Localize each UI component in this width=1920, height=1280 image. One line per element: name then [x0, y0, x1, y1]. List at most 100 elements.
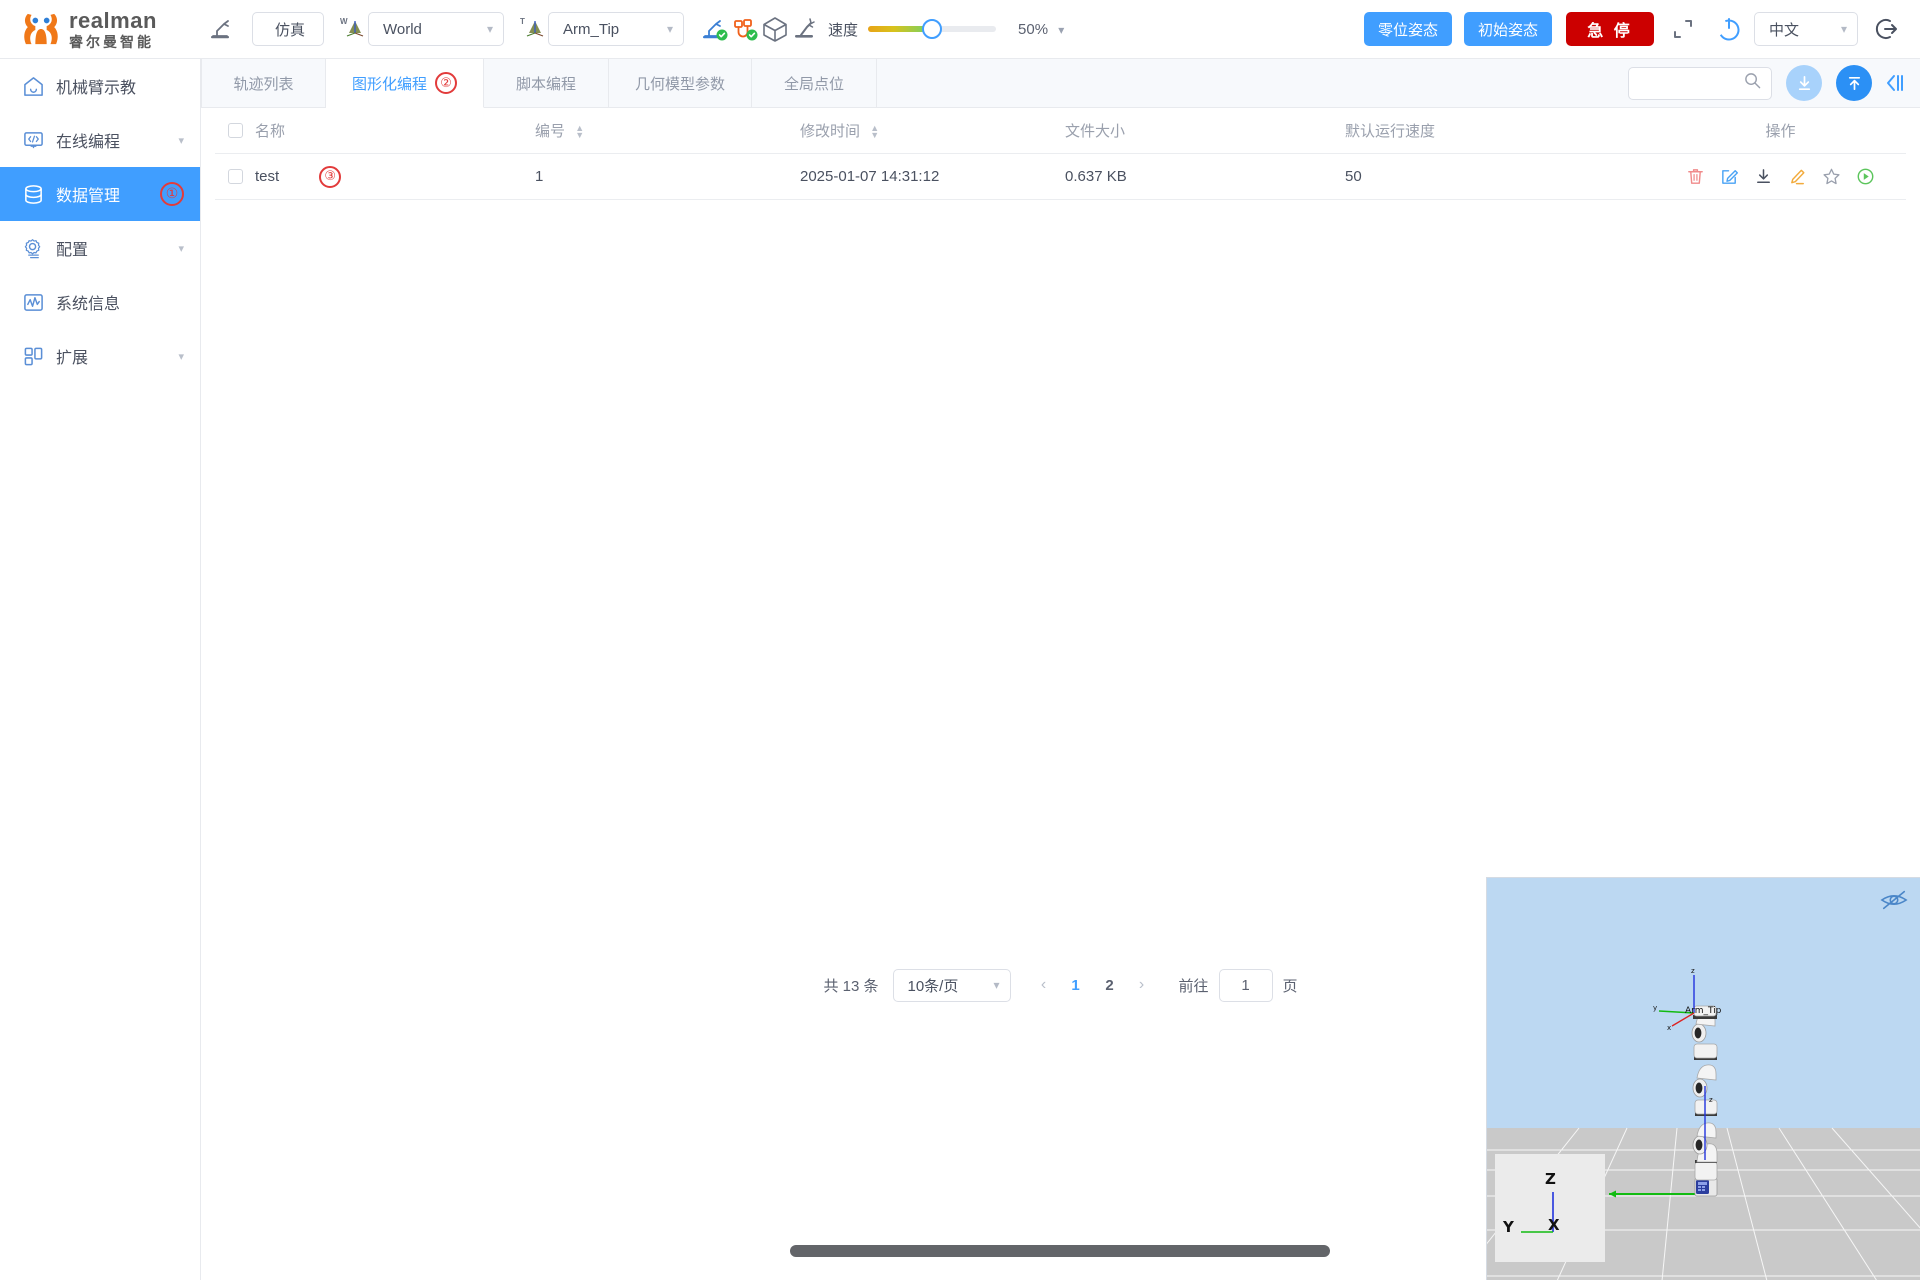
column-header-no[interactable]: 编号 ▲ ▼ [535, 120, 800, 141]
svg-text:x: x [1667, 1024, 1671, 1032]
sidebar-item-online-programming[interactable]: 在线编程 ▾ [0, 113, 200, 167]
speed-label: 速度 [828, 21, 859, 39]
cable-connected-icon[interactable] [730, 14, 760, 44]
sidebar-item-extensions[interactable]: 扩展 ▾ [0, 329, 200, 383]
goto-page-input[interactable] [1218, 968, 1273, 1002]
chevron-down-icon: ▾ [486, 22, 493, 36]
download-circle-icon[interactable] [1786, 65, 1822, 101]
chevron-down-icon: ▾ [178, 134, 184, 147]
tab-label: 轨迹列表 [233, 75, 294, 93]
app-root: realman 睿尔曼智能 仿真 W World ▾ T Arm_Tip ▾ 速… [0, 0, 1920, 1280]
tab-label: 脚本编程 [516, 75, 577, 93]
speed-slider-knob[interactable] [922, 19, 943, 39]
page-size-value: 10条/页 [907, 977, 959, 995]
brand-logo: realman 睿尔曼智能 [22, 7, 192, 49]
sort-toggle-icon[interactable]: ▲ ▼ [870, 124, 879, 140]
search-icon[interactable] [1744, 72, 1761, 94]
tab-geometry-model-params[interactable]: 几何模型参数 [609, 59, 753, 107]
collision-icon[interactable] [790, 14, 820, 44]
page-number-2[interactable]: 2 [1097, 970, 1123, 1000]
tab-script-programming[interactable]: 脚本编程 [484, 59, 610, 107]
sidebar-item-system-info[interactable]: 系统信息 [0, 275, 200, 329]
table-header-row: 名称 编号 ▲ ▼ 修改时间 ▲ ▼ 文件大小 默认运行速度 操作 [215, 108, 1906, 154]
file-name: test [255, 168, 280, 185]
zero-pose-button[interactable]: 零位姿态 [1363, 12, 1452, 46]
column-header-time[interactable]: 修改时间 ▲ ▼ [800, 120, 1065, 141]
row-checkbox[interactable] [227, 169, 243, 184]
fullscreen-icon[interactable] [1666, 12, 1700, 46]
robot-connected-icon[interactable] [700, 14, 730, 44]
axis-label-z: Z [1545, 1170, 1556, 1188]
annotation-marker-1: ① [160, 182, 184, 206]
sidebar-item-label: 在线编程 [56, 134, 121, 151]
tab-label: 全局点位 [784, 75, 845, 93]
speed-slider[interactable] [868, 19, 997, 39]
collapse-panel-icon[interactable] [1884, 72, 1906, 94]
page-number-1[interactable]: 1 [1063, 970, 1089, 1000]
simulation-mode-button[interactable]: 仿真 [252, 12, 324, 46]
tool-frame-triad: z y x [1653, 967, 1695, 1032]
speed-percent-select[interactable]: 50% ▾ [1018, 21, 1064, 38]
upload-circle-icon[interactable] [1836, 65, 1872, 101]
select-all-cell [215, 123, 255, 138]
prev-page-button[interactable]: ‹ [1029, 970, 1059, 1000]
logout-icon[interactable] [1870, 12, 1904, 46]
annotation-marker-3: ③ [319, 165, 342, 188]
delete-icon[interactable] [1685, 166, 1707, 188]
page-size-select[interactable]: 10条/页 ▾ [892, 968, 1011, 1002]
search-box[interactable] [1628, 66, 1772, 100]
download-icon[interactable] [1753, 166, 1775, 188]
rename-pencil-icon[interactable] [1787, 166, 1809, 188]
table-row[interactable]: test ③ 1 2025-01-07 14:31:12 0.637 KB 50 [215, 154, 1906, 200]
sidebar-item-config[interactable]: 配置 ▾ [0, 221, 200, 275]
column-header-speed: 默认运行速度 [1345, 120, 1655, 141]
world-frame-select[interactable]: World ▾ [368, 12, 504, 46]
eye-hidden-icon[interactable] [1880, 888, 1908, 917]
cube-icon[interactable] [760, 14, 790, 44]
sidebar-item-teach[interactable]: 机械臂示教 [0, 59, 200, 113]
column-label: 修改时间 [800, 123, 861, 140]
world-frame-icon: W [340, 14, 366, 44]
robot-3d-viewport[interactable]: z z y x Arm_Tip Z Y X [1486, 877, 1920, 1280]
language-value: 中文 [1769, 21, 1800, 39]
sidebar-item-label: 机械臂示教 [56, 80, 137, 97]
tab-global-points[interactable]: 全局点位 [752, 59, 878, 107]
sidebar-item-data-management[interactable]: 数据管理 ① [0, 167, 200, 221]
language-select[interactable]: 中文 ▾ [1754, 12, 1858, 46]
tab-bar: 轨迹列表 图形化编程 ② 脚本编程 几何模型参数 全局点位 [201, 59, 1920, 108]
brand-name-en: realman [69, 7, 157, 33]
tab-bar-actions [1628, 59, 1920, 107]
tab-trajectory-list[interactable]: 轨迹列表 [201, 59, 326, 107]
sidebar: 机械臂示教 在线编程 ▾ 数据管理 ① 配置 ▾ 系统信息 扩展 ▾ [0, 59, 201, 1280]
home-icon [22, 75, 44, 97]
init-pose-button[interactable]: 初始姿态 [1463, 12, 1552, 46]
favorite-star-icon[interactable] [1821, 166, 1843, 188]
top-toolbar: realman 睿尔曼智能 仿真 W World ▾ T Arm_Tip ▾ 速… [0, 0, 1920, 59]
axis-label-x: X [1548, 1216, 1560, 1234]
search-input[interactable] [1639, 74, 1744, 92]
goto-label: 前往 [1178, 977, 1209, 995]
horizontal-scrollbar[interactable] [790, 1245, 1330, 1257]
robot-arm-icon[interactable] [206, 14, 236, 44]
goto-suffix-label: 页 [1282, 977, 1298, 995]
waveform-icon [22, 291, 44, 313]
column-label: 默认运行速度 [1345, 123, 1436, 140]
world-frame-value: World [383, 20, 422, 38]
chevron-down-icon: ▾ [666, 22, 673, 36]
column-label: 编号 [535, 123, 566, 140]
power-icon[interactable] [1712, 12, 1746, 46]
annotation-marker-2: ② [435, 72, 458, 94]
select-all-checkbox[interactable] [227, 123, 243, 138]
sort-toggle-icon[interactable]: ▲ ▼ [575, 124, 584, 140]
sidebar-item-label: 系统信息 [56, 296, 121, 313]
edit-file-icon[interactable] [1719, 166, 1741, 188]
emergency-stop-button[interactable]: 急 停 [1566, 12, 1654, 46]
cell-default-speed: 50 [1345, 168, 1362, 185]
tab-graphical-programming[interactable]: 图形化编程 ② [326, 59, 485, 108]
tool-frame-select[interactable]: Arm_Tip ▾ [548, 12, 684, 46]
tab-label: 几何模型参数 [635, 75, 726, 93]
svg-text:y: y [1653, 1004, 1657, 1012]
run-play-icon[interactable] [1855, 166, 1877, 188]
tab-label: 图形化编程 [352, 75, 428, 93]
next-page-button[interactable]: › [1127, 970, 1157, 1000]
